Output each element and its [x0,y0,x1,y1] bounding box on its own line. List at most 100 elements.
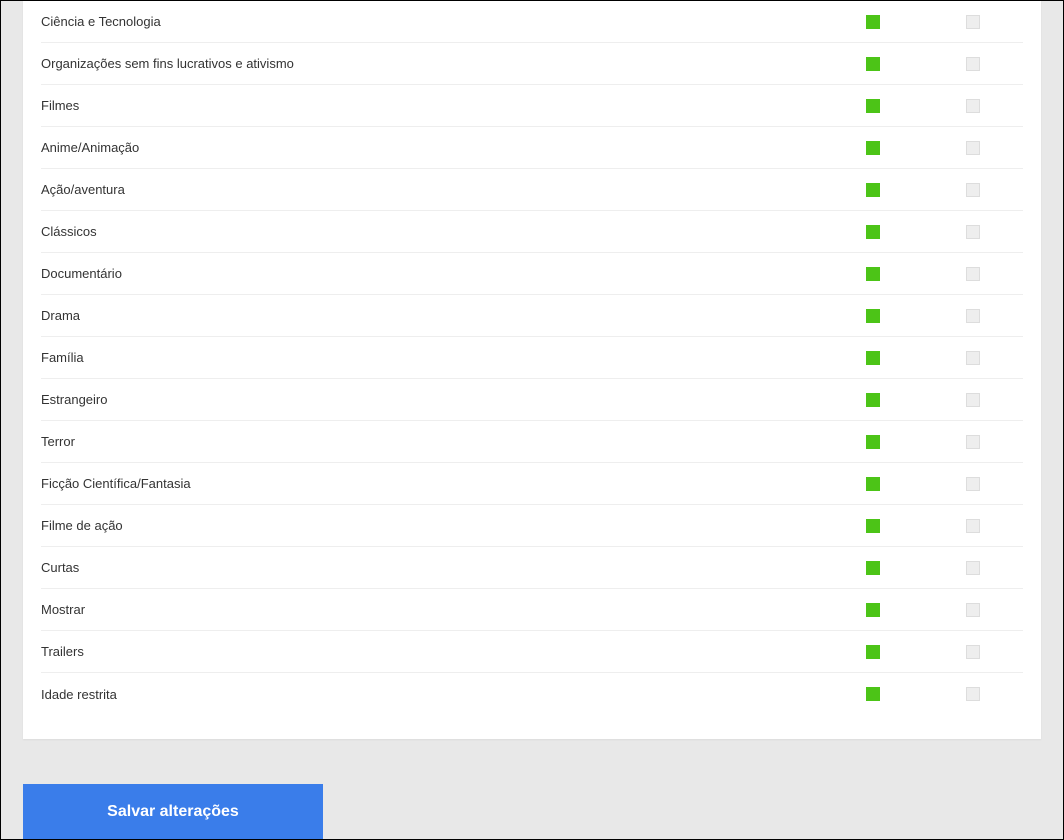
checkbox-col-2 [923,57,1023,71]
checkbox-col-1 [823,351,923,365]
checkbox-col-1 [823,15,923,29]
category-row: Ficção Científica/Fantasia [41,463,1023,505]
checkbox-enabled[interactable] [866,267,880,281]
checkbox-enabled[interactable] [866,687,880,701]
checkbox-secondary[interactable] [966,15,980,29]
checkbox-secondary[interactable] [966,561,980,575]
category-row: Ciência e Tecnologia [41,1,1023,43]
checkbox-col-1 [823,561,923,575]
category-row: Mostrar [41,589,1023,631]
category-row: Anime/Animação [41,127,1023,169]
category-row: Terror [41,421,1023,463]
category-label: Documentário [41,266,823,281]
checkbox-enabled[interactable] [866,225,880,239]
checkbox-col-1 [823,393,923,407]
save-button[interactable]: Salvar alterações [23,784,323,839]
checkbox-enabled[interactable] [866,141,880,155]
checkbox-secondary[interactable] [966,99,980,113]
category-row: Drama [41,295,1023,337]
checkbox-col-1 [823,225,923,239]
checkbox-col-1 [823,57,923,71]
checkbox-secondary[interactable] [966,183,980,197]
checkbox-col-2 [923,183,1023,197]
checkbox-col-2 [923,141,1023,155]
category-label: Anime/Animação [41,140,823,155]
checkbox-enabled[interactable] [866,645,880,659]
category-row: Família [41,337,1023,379]
categories-panel: Ciência e Tecnologia Organizações sem fin… [23,1,1041,739]
checkbox-col-2 [923,309,1023,323]
category-label: Família [41,350,823,365]
checkbox-secondary[interactable] [966,477,980,491]
checkbox-col-2 [923,477,1023,491]
checkbox-col-1 [823,435,923,449]
checkbox-enabled[interactable] [866,15,880,29]
checkbox-col-2 [923,603,1023,617]
checkbox-col-2 [923,267,1023,281]
checkbox-enabled[interactable] [866,435,880,449]
checkbox-secondary[interactable] [966,603,980,617]
checkbox-secondary[interactable] [966,519,980,533]
checkbox-secondary[interactable] [966,645,980,659]
checkbox-col-1 [823,519,923,533]
checkbox-enabled[interactable] [866,477,880,491]
checkbox-enabled[interactable] [866,57,880,71]
checkbox-secondary[interactable] [966,267,980,281]
category-row: Documentário [41,253,1023,295]
checkbox-enabled[interactable] [866,351,880,365]
checkbox-col-1 [823,603,923,617]
checkbox-col-1 [823,477,923,491]
categories-list: Ciência e Tecnologia Organizações sem fin… [41,1,1023,715]
checkbox-enabled[interactable] [866,603,880,617]
checkbox-enabled[interactable] [866,183,880,197]
category-label: Curtas [41,560,823,575]
category-row: Idade restrita [41,673,1023,715]
checkbox-secondary[interactable] [966,393,980,407]
checkbox-enabled[interactable] [866,309,880,323]
checkbox-secondary[interactable] [966,309,980,323]
checkbox-enabled[interactable] [866,519,880,533]
checkbox-col-1 [823,645,923,659]
category-label: Filmes [41,98,823,113]
checkbox-col-2 [923,561,1023,575]
checkbox-col-2 [923,393,1023,407]
checkbox-col-1 [823,309,923,323]
category-label: Trailers [41,644,823,659]
checkbox-col-1 [823,99,923,113]
checkbox-enabled[interactable] [866,99,880,113]
checkbox-secondary[interactable] [966,141,980,155]
category-row: Curtas [41,547,1023,589]
category-row: Filme de ação [41,505,1023,547]
category-label: Mostrar [41,602,823,617]
checkbox-enabled[interactable] [866,393,880,407]
checkbox-secondary[interactable] [966,351,980,365]
checkbox-enabled[interactable] [866,561,880,575]
checkbox-col-2 [923,645,1023,659]
category-label: Clássicos [41,224,823,239]
checkbox-secondary[interactable] [966,225,980,239]
checkbox-col-2 [923,351,1023,365]
checkbox-col-2 [923,99,1023,113]
checkbox-col-2 [923,519,1023,533]
checkbox-col-1 [823,687,923,701]
category-label: Estrangeiro [41,392,823,407]
category-label: Idade restrita [41,687,823,702]
checkbox-secondary[interactable] [966,435,980,449]
checkbox-col-2 [923,15,1023,29]
category-label: Drama [41,308,823,323]
category-label: Filme de ação [41,518,823,533]
checkbox-secondary[interactable] [966,687,980,701]
category-label: Terror [41,434,823,449]
category-row: Estrangeiro [41,379,1023,421]
category-label: Organizações sem fins lucrativos e ativi… [41,56,823,71]
category-label: Ciência e Tecnologia [41,14,823,29]
checkbox-col-2 [923,435,1023,449]
category-row: Organizações sem fins lucrativos e ativi… [41,43,1023,85]
checkbox-col-1 [823,267,923,281]
category-row: Filmes [41,85,1023,127]
checkbox-secondary[interactable] [966,57,980,71]
category-row: Trailers [41,631,1023,673]
page-container: Ciência e Tecnologia Organizações sem fin… [1,1,1063,839]
category-row: Ação/aventura [41,169,1023,211]
checkbox-col-2 [923,225,1023,239]
